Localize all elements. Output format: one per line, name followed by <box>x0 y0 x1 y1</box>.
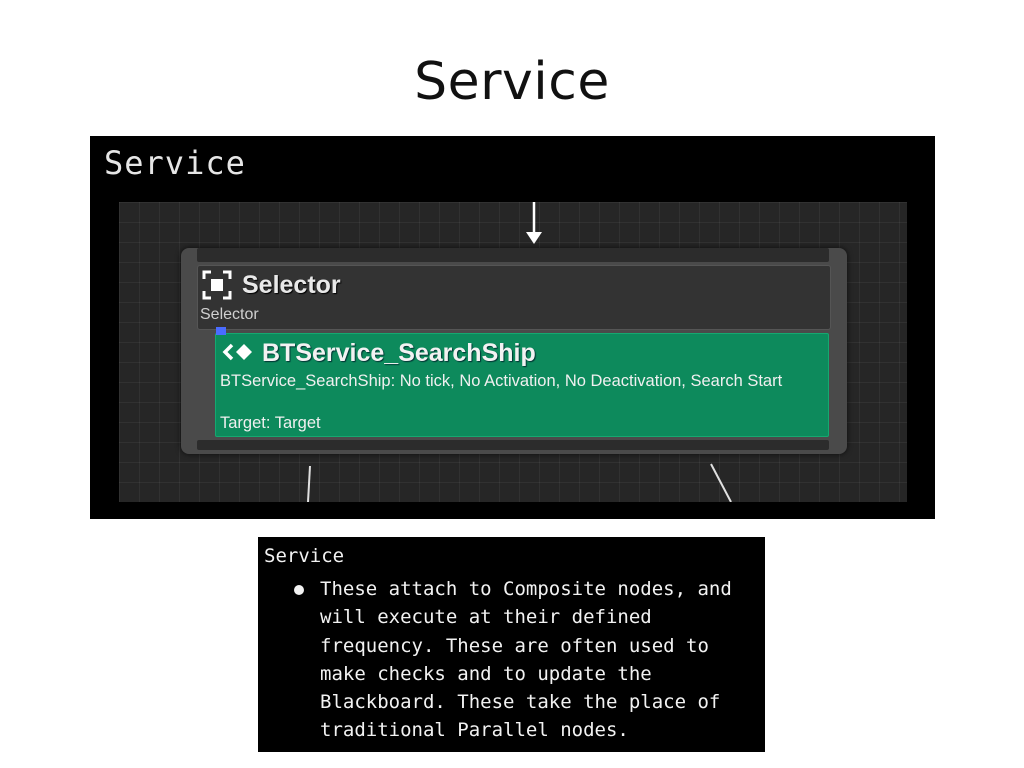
selector-node[interactable]: Selector Selector BTService_SearchShip B… <box>181 248 847 454</box>
selector-header[interactable]: Selector Selector <box>197 265 831 330</box>
panel-title: Service <box>104 144 246 182</box>
selector-subtitle: Selector <box>200 306 259 323</box>
service-node[interactable]: BTService_SearchShip BTService_SearchShi… <box>215 327 829 437</box>
node-output-pin[interactable] <box>197 440 829 450</box>
behavior-tree-editor: Service Selector Selector BTService_Sear… <box>90 136 935 519</box>
graph-canvas[interactable]: Selector Selector BTService_SearchShip B… <box>119 202 907 502</box>
input-arrow-icon <box>526 232 542 244</box>
bullet-icon <box>294 585 304 595</box>
node-input-pin[interactable] <box>197 248 829 262</box>
description-heading: Service <box>264 545 345 567</box>
description-box: Service These attach to Composite nodes,… <box>258 537 765 752</box>
service-name: BTService_SearchShip <box>262 339 536 367</box>
selector-icon <box>202 270 232 300</box>
service-description: BTService_SearchShip: No tick, No Activa… <box>220 372 783 390</box>
service-target: Target: Target <box>220 414 321 432</box>
service-marker <box>216 327 226 335</box>
selector-name: Selector <box>242 271 341 299</box>
service-icon <box>222 343 252 361</box>
description-bullet: These attach to Composite nodes, and wil… <box>320 578 732 742</box>
slide-title: Service <box>414 52 610 112</box>
